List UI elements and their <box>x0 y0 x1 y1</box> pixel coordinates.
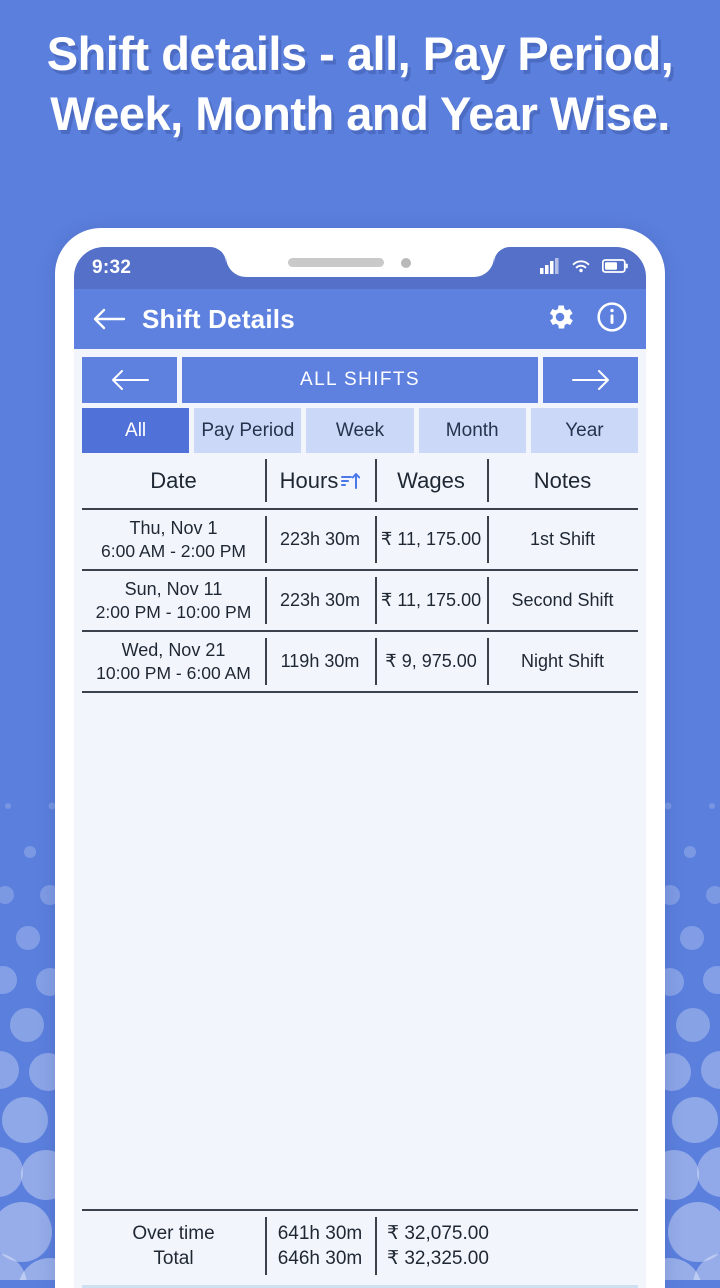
column-header-hours[interactable]: Hours <box>265 453 375 508</box>
cell-notes: 1st Shift <box>487 510 638 569</box>
cell-wages: ₹ 11, 175.00 <box>375 571 487 630</box>
cell-hours: 223h 30m <box>265 510 375 569</box>
tab-week[interactable]: Week <box>306 408 414 453</box>
earpiece-speaker <box>288 258 384 267</box>
phone-notch <box>210 247 510 289</box>
footer-labels: Over time Total <box>82 1211 265 1281</box>
cell-hours: 119h 30m <box>265 632 375 691</box>
cell-date-day: Wed, Nov 21 <box>121 639 226 660</box>
battery-icon <box>601 258 628 278</box>
cell-wages: ₹ 9, 975.00 <box>375 632 487 691</box>
front-camera <box>401 258 411 268</box>
cell-hours: 223h 30m <box>265 571 375 630</box>
back-arrow-icon <box>93 308 126 330</box>
tab-all[interactable]: All <box>82 408 190 453</box>
column-header-hours-label: Hours <box>279 467 339 493</box>
table-row[interactable]: Wed, Nov 21 10:00 PM - 6:00 AM 119h 30m … <box>82 632 638 693</box>
prev-period-button[interactable] <box>82 357 177 403</box>
shift-table: Date Hours Wages Notes Thu, Nov 1 6:00 A… <box>74 453 646 1288</box>
tab-month[interactable]: Month <box>418 408 526 453</box>
app-bar-actions <box>544 301 628 338</box>
cell-date-day: Sun, Nov 11 <box>124 578 223 599</box>
promo-headline: Shift details - all, Pay Period, Week, M… <box>46 27 674 140</box>
footer-hours-total: 646h 30m <box>277 1248 363 1269</box>
period-label[interactable]: ALL SHIFTS <box>182 357 538 403</box>
table-footer-totals: Over time Total 641h 30m 646h 30m ₹ 32,0… <box>82 1209 638 1281</box>
cell-notes: Second Shift <box>487 571 638 630</box>
phone-screen: 9:32 Shift Details ALL SHIFTS All Pay Pe… <box>74 247 646 1288</box>
column-header-wages[interactable]: Wages <box>375 453 487 508</box>
cell-date-time: 10:00 PM - 6:00 AM <box>96 662 251 683</box>
table-empty-area <box>82 693 638 1209</box>
phone-mockup: 9:32 Shift Details ALL SHIFTS All Pay Pe… <box>55 228 665 1288</box>
footer-wages-overtime: ₹ 32,075.00 <box>387 1223 489 1244</box>
tab-year[interactable]: Year <box>530 408 639 453</box>
column-header-date[interactable]: Date <box>82 453 265 508</box>
wifi-icon <box>571 258 591 279</box>
cell-wages: ₹ 11, 175.00 <box>375 510 487 569</box>
sort-ascending-icon[interactable] <box>341 471 361 490</box>
footer-wages-total: ₹ 32,325.00 <box>387 1248 489 1269</box>
app-bar: Shift Details <box>74 289 646 349</box>
table-header-row: Date Hours Wages Notes <box>82 453 638 510</box>
footer-hours-overtime: 641h 30m <box>277 1223 363 1244</box>
tab-pay-period[interactable]: Pay Period <box>194 408 302 453</box>
table-row[interactable]: Thu, Nov 1 6:00 AM - 2:00 PM 223h 30m ₹ … <box>82 510 638 571</box>
column-header-notes[interactable]: Notes <box>487 453 638 508</box>
back-button[interactable] <box>92 306 130 332</box>
cell-date: Sun, Nov 11 2:00 PM - 10:00 PM <box>82 571 265 630</box>
next-period-button[interactable] <box>543 357 638 403</box>
cell-date-time: 6:00 AM - 2:00 PM <box>101 540 246 561</box>
page-title: Shift Details <box>142 303 295 334</box>
footer-label-total: Total <box>153 1248 194 1269</box>
status-time: 9:32 <box>92 257 132 278</box>
cell-date-day: Thu, Nov 1 <box>129 517 218 538</box>
cell-date: Thu, Nov 1 6:00 AM - 2:00 PM <box>82 510 265 569</box>
period-nav-row: ALL SHIFTS <box>74 349 646 403</box>
status-icons <box>540 257 628 279</box>
right-arrow-icon <box>571 370 609 390</box>
info-icon[interactable] <box>596 301 628 338</box>
signal-icon <box>540 257 560 279</box>
left-arrow-icon <box>111 370 149 390</box>
cell-date: Wed, Nov 21 10:00 PM - 6:00 AM <box>82 632 265 691</box>
footer-wages: ₹ 32,075.00 ₹ 32,325.00 <box>375 1211 525 1281</box>
table-row[interactable]: Sun, Nov 11 2:00 PM - 10:00 PM 223h 30m … <box>82 571 638 632</box>
footer-label-overtime: Over time <box>132 1223 215 1244</box>
footer-hours: 641h 30m 646h 30m <box>265 1211 375 1281</box>
status-bar: 9:32 <box>74 247 646 289</box>
cell-date-time: 2:00 PM - 10:00 PM <box>95 601 252 622</box>
cell-notes: Night Shift <box>487 632 638 691</box>
filter-tabs: All Pay Period Week Month Year <box>74 403 646 453</box>
settings-gear-icon[interactable] <box>544 301 576 338</box>
